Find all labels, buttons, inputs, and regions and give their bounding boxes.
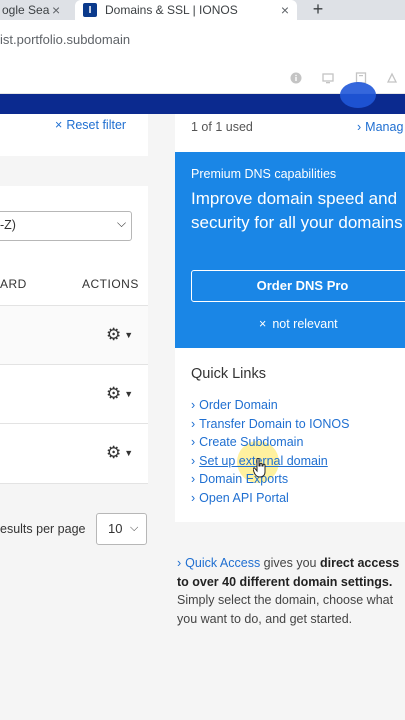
close-icon: × [55, 118, 63, 132]
order-dns-pro-label: Order DNS Pro [256, 278, 349, 293]
chevron-down-icon: ▼ [124, 448, 134, 458]
quick-links-title: Quick Links [191, 366, 266, 382]
address-bar[interactable]: ist.portfolio.subdomain [0, 20, 405, 60]
chevron-right-icon: › [191, 472, 196, 486]
chevron-right-icon: › [191, 454, 196, 468]
usage-count: 1 of 1 used [191, 120, 253, 134]
column-header-dashboard[interactable]: ARD [0, 277, 27, 291]
quick-link-label: Domain Exports [199, 472, 289, 486]
tab-domains-ssl[interactable]: I Domains & SSL | IONOS × [75, 0, 297, 20]
row-actions-menu[interactable]: ⚙ ▼ [106, 325, 134, 344]
url-text[interactable]: ist.portfolio.subdomain [0, 32, 130, 47]
chevron-down-icon: ▼ [124, 389, 134, 399]
close-icon[interactable]: × [52, 2, 60, 18]
gear-icon: ⚙ [106, 325, 122, 344]
new-tab-button[interactable]: + [308, 0, 328, 20]
quick-access-link[interactable]: › Quick Access [177, 556, 260, 570]
ionos-favicon-icon: I [83, 3, 97, 17]
quick-link-label: Create Subdomain [199, 435, 304, 449]
close-icon: × [259, 317, 267, 331]
quick-link-order-domain[interactable]: › Order Domain [191, 398, 278, 412]
tab-google-search[interactable]: ogle Sea × [0, 0, 72, 20]
sort-select-value: -Z) [0, 218, 16, 232]
quick-link-label: Transfer Domain to IONOS [199, 417, 350, 431]
info-icon[interactable] [290, 72, 302, 84]
not-relevant-link[interactable]: × not relevant [259, 317, 338, 331]
quick-link-label: Open API Portal [199, 491, 289, 505]
chevron-right-icon: › [191, 417, 196, 431]
quick-access-text-2: Simply select the domain, choose what yo… [177, 593, 394, 626]
row-actions-menu[interactable]: ⚙ ▼ [106, 443, 134, 462]
chevron-right-icon: › [177, 556, 182, 570]
screen: ogle Sea × I Domains & SSL | IONOS × + i… [0, 0, 405, 720]
chevron-right-icon: › [191, 398, 196, 412]
chevron-down-icon: ⌵ [130, 522, 139, 534]
gear-icon: ⚙ [106, 443, 122, 462]
screen-icon[interactable] [322, 72, 334, 84]
manage-label: Manag [365, 120, 404, 134]
chevron-down-icon: ⌵ [117, 216, 127, 230]
gear-icon: ⚙ [106, 384, 122, 403]
chevron-down-icon: ▼ [124, 330, 134, 340]
chevron-right-icon: › [191, 491, 196, 505]
dns-promo-kicker: Premium DNS capabilities [191, 167, 337, 181]
dns-promo-headline: Improve domain speed and security for al… [191, 189, 403, 232]
manage-link[interactable]: › Manag [357, 120, 403, 134]
not-relevant-label: not relevant [272, 317, 338, 331]
quick-link-create-subdomain[interactable]: › Create Subdomain [191, 435, 303, 449]
row-actions-menu[interactable]: ⚙ ▼ [106, 384, 134, 403]
row-divider [0, 423, 148, 424]
extension-icon[interactable] [386, 72, 398, 84]
quick-access-info: › Quick Access gives you direct access to… [177, 554, 405, 628]
mouse-pointer-icon [252, 457, 267, 478]
close-icon[interactable]: × [281, 2, 289, 18]
quick-access-text: gives you [260, 556, 320, 570]
quick-link-open-api-portal[interactable]: › Open API Portal [191, 491, 289, 505]
nav-action-button[interactable] [340, 82, 376, 108]
quick-link-domain-exports[interactable]: › Domain Exports [191, 472, 288, 486]
row-divider [0, 364, 148, 365]
column-header-actions: ACTIONS [82, 277, 139, 291]
chevron-right-icon: › [357, 120, 362, 134]
quick-link-transfer-domain[interactable]: › Transfer Domain to IONOS [191, 417, 349, 431]
reset-filter-label: Reset filter [66, 118, 127, 132]
quick-access-link-label: Quick Access [185, 556, 261, 570]
chevron-right-icon: › [191, 435, 196, 449]
reset-filter-link[interactable]: × Reset filter [55, 118, 126, 132]
sort-select[interactable] [0, 211, 132, 241]
quick-link-label: Order Domain [199, 398, 278, 412]
results-per-page-value: 10 [108, 521, 123, 536]
tab-title: Domains & SSL | IONOS [105, 3, 238, 17]
results-per-page-label: esults per page [0, 522, 86, 536]
tab-title: ogle Sea [2, 3, 50, 17]
row-divider [0, 483, 148, 484]
